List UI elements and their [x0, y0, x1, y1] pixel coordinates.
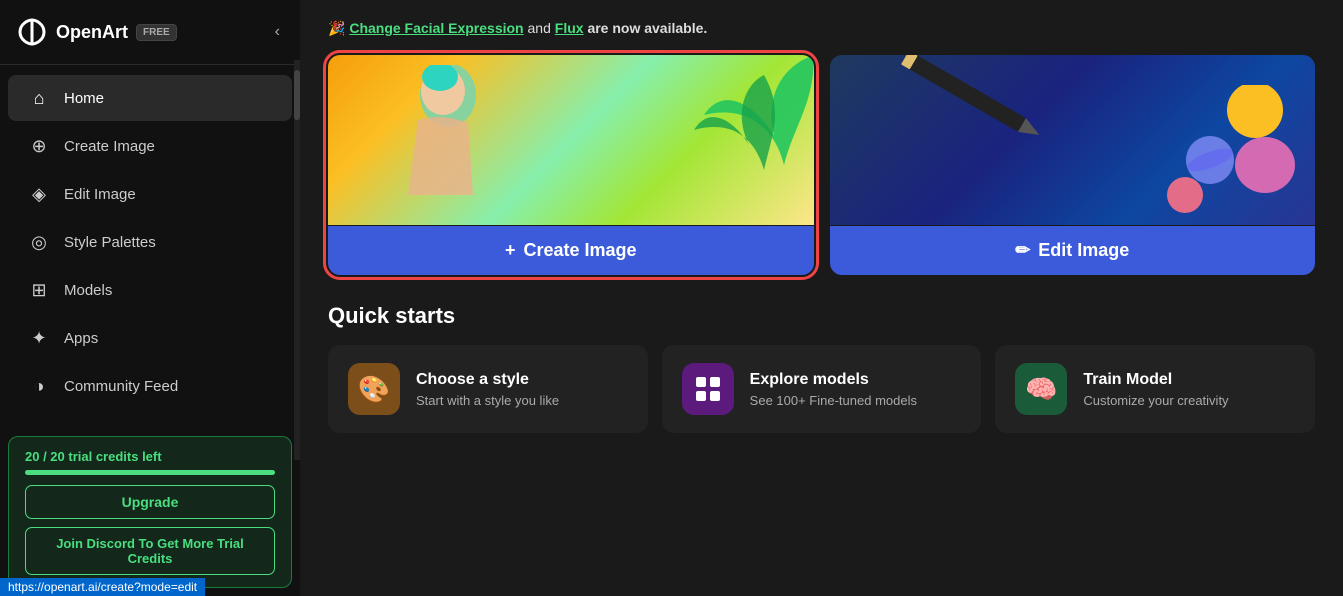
main-content: 🎉 Change Facial Expression and Flux are …	[300, 0, 1343, 596]
upgrade-button[interactable]: Upgrade	[25, 485, 275, 519]
credits-bar-fill	[25, 470, 275, 475]
create-image-bg	[328, 55, 814, 225]
edit-image-area	[830, 55, 1316, 225]
qs-choose-style[interactable]: 🎨 Choose a style Start with a style you …	[328, 345, 648, 433]
sidebar-item-models[interactable]: ⊞ Models	[8, 267, 292, 313]
credits-bar	[25, 470, 275, 475]
sidebar: OpenArt FREE ‹ ⌂ Home ⊕ Create Image ◈ E…	[0, 0, 300, 596]
edit-image-card[interactable]: ✏ Edit Image	[830, 55, 1316, 275]
flux-link[interactable]: Flux	[555, 20, 584, 36]
statusbar: https://openart.ai/create?mode=edit	[0, 578, 205, 596]
grid-icon	[694, 375, 722, 403]
leaves-figure	[684, 55, 814, 205]
sidebar-item-apps-label: Apps	[64, 330, 98, 347]
sidebar-item-edit-label: Edit Image	[64, 186, 136, 203]
create-image-btn-prefix: +	[505, 240, 516, 261]
announcement-emoji: 🎉	[328, 20, 345, 36]
free-badge: FREE	[136, 24, 177, 41]
credits-text: 20 / 20 trial credits left	[25, 449, 275, 464]
shapes-figure	[1155, 85, 1295, 215]
home-icon: ⌂	[28, 87, 50, 109]
scrollbar-thumb[interactable]	[294, 70, 300, 120]
sidebar-header: OpenArt FREE ‹	[0, 0, 300, 65]
train-model-icon: 🧠	[1015, 363, 1067, 415]
discord-button[interactable]: Join Discord To Get More Trial Credits	[25, 527, 275, 575]
announcement-end: are now available.	[587, 20, 707, 36]
announcement-bar: 🎉 Change Facial Expression and Flux are …	[328, 20, 1315, 37]
sidebar-item-home[interactable]: ⌂ Home	[8, 75, 292, 121]
quick-starts-row: 🎨 Choose a style Start with a style you …	[328, 345, 1315, 433]
sidebar-item-edit-image[interactable]: ◈ Edit Image	[8, 171, 292, 217]
choose-style-text: Choose a style Start with a style you li…	[416, 371, 559, 408]
sidebar-item-style-label: Style Palettes	[64, 234, 156, 251]
train-model-title: Train Model	[1083, 371, 1228, 389]
sidebar-item-create-image[interactable]: ⊕ Create Image	[8, 123, 292, 169]
models-icon: ⊞	[28, 279, 50, 301]
choose-style-title: Choose a style	[416, 371, 559, 389]
woman-figure	[368, 65, 568, 225]
announcement-middle: and	[528, 20, 555, 36]
sidebar-item-create-label: Create Image	[64, 138, 155, 155]
choose-style-subtitle: Start with a style you like	[416, 393, 559, 408]
sidebar-item-models-label: Models	[64, 282, 112, 299]
sidebar-item-style-palettes[interactable]: ◎ Style Palettes	[8, 219, 292, 265]
edit-image-btn-prefix: ✏	[1015, 240, 1030, 261]
edit-image-button[interactable]: ✏ Edit Image	[830, 226, 1316, 275]
logo-icon	[16, 16, 48, 48]
pencil-figure	[885, 55, 1054, 161]
community-feed-icon: ◑	[28, 375, 50, 397]
sidebar-bottom: 20 / 20 trial credits left Upgrade Join …	[8, 436, 292, 588]
sidebar-item-community-label: Community Feed	[64, 378, 178, 395]
sidebar-item-apps[interactable]: ✦ Apps	[8, 315, 292, 361]
create-image-card[interactable]: + Create Image	[328, 55, 814, 275]
qs-explore-models[interactable]: Explore models See 100+ Fine-tuned model…	[662, 345, 982, 433]
qs-train-model[interactable]: 🧠 Train Model Customize your creativity	[995, 345, 1315, 433]
explore-models-text: Explore models See 100+ Fine-tuned model…	[750, 371, 917, 408]
sidebar-item-home-label: Home	[64, 90, 104, 107]
cards-row: + Create Image	[328, 55, 1315, 275]
create-image-icon: ⊕	[28, 135, 50, 157]
explore-models-title: Explore models	[750, 371, 917, 389]
scrollbar-track	[294, 60, 300, 460]
train-model-text: Train Model Customize your creativity	[1083, 371, 1228, 408]
sidebar-item-community-feed[interactable]: ◑ Community Feed	[8, 363, 292, 409]
train-model-subtitle: Customize your creativity	[1083, 393, 1228, 408]
nav-items: ⌂ Home ⊕ Create Image ◈ Edit Image ◎ Sty…	[0, 65, 300, 428]
edit-image-btn-label: Edit Image	[1038, 240, 1129, 261]
collapse-sidebar-button[interactable]: ‹	[271, 19, 284, 45]
create-image-area	[328, 55, 814, 225]
explore-models-icon	[682, 363, 734, 415]
create-image-btn-label: Create Image	[523, 240, 636, 261]
apps-icon: ✦	[28, 327, 50, 349]
edit-image-bg	[830, 55, 1316, 225]
explore-models-subtitle: See 100+ Fine-tuned models	[750, 393, 917, 408]
quick-starts-section: Quick starts 🎨 Choose a style Start with…	[328, 303, 1315, 433]
choose-style-icon: 🎨	[348, 363, 400, 415]
quick-starts-title: Quick starts	[328, 303, 1315, 329]
edit-image-icon: ◈	[28, 183, 50, 205]
change-facial-expression-link[interactable]: Change Facial Expression	[349, 20, 523, 36]
style-palettes-icon: ◎	[28, 231, 50, 253]
create-image-button[interactable]: + Create Image	[328, 226, 814, 275]
logo-text: OpenArt	[56, 22, 128, 43]
